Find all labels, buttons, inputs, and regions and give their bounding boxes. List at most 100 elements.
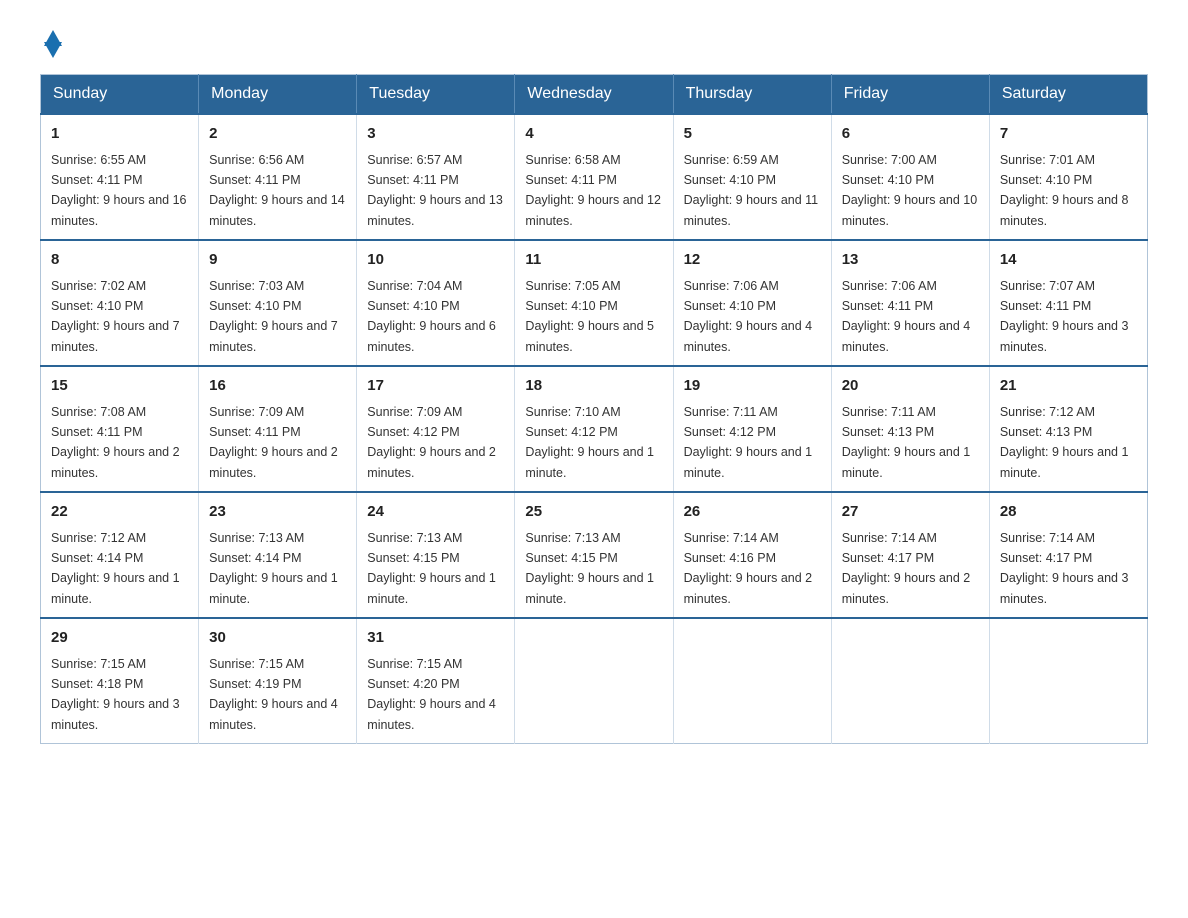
day-number: 30 [209,627,346,650]
calendar-cell: 19 Sunrise: 7:11 AMSunset: 4:12 PMDaylig… [673,366,831,492]
logo [40,30,62,54]
calendar-week-row: 8 Sunrise: 7:02 AMSunset: 4:10 PMDayligh… [41,240,1148,366]
day-number: 22 [51,501,188,524]
weekday-header-saturday: Saturday [989,75,1147,115]
calendar-cell: 28 Sunrise: 7:14 AMSunset: 4:17 PMDaylig… [989,492,1147,618]
calendar-cell: 20 Sunrise: 7:11 AMSunset: 4:13 PMDaylig… [831,366,989,492]
day-info: Sunrise: 7:15 AMSunset: 4:20 PMDaylight:… [367,657,496,732]
calendar-cell: 18 Sunrise: 7:10 AMSunset: 4:12 PMDaylig… [515,366,673,492]
calendar-cell: 24 Sunrise: 7:13 AMSunset: 4:15 PMDaylig… [357,492,515,618]
day-info: Sunrise: 7:04 AMSunset: 4:10 PMDaylight:… [367,279,496,354]
calendar-cell: 30 Sunrise: 7:15 AMSunset: 4:19 PMDaylig… [199,618,357,744]
day-number: 29 [51,627,188,650]
calendar-week-row: 29 Sunrise: 7:15 AMSunset: 4:18 PMDaylig… [41,618,1148,744]
day-info: Sunrise: 7:14 AMSunset: 4:17 PMDaylight:… [842,531,971,606]
day-number: 1 [51,123,188,146]
calendar-cell: 15 Sunrise: 7:08 AMSunset: 4:11 PMDaylig… [41,366,199,492]
page-header [40,30,1148,54]
day-number: 3 [367,123,504,146]
calendar-cell: 10 Sunrise: 7:04 AMSunset: 4:10 PMDaylig… [357,240,515,366]
day-number: 12 [684,249,821,272]
day-number: 27 [842,501,979,524]
calendar-cell: 23 Sunrise: 7:13 AMSunset: 4:14 PMDaylig… [199,492,357,618]
day-info: Sunrise: 7:02 AMSunset: 4:10 PMDaylight:… [51,279,180,354]
day-info: Sunrise: 6:59 AMSunset: 4:10 PMDaylight:… [684,153,819,228]
day-info: Sunrise: 7:09 AMSunset: 4:12 PMDaylight:… [367,405,496,480]
day-number: 25 [525,501,662,524]
day-info: Sunrise: 7:06 AMSunset: 4:10 PMDaylight:… [684,279,813,354]
calendar-cell: 8 Sunrise: 7:02 AMSunset: 4:10 PMDayligh… [41,240,199,366]
calendar-cell: 14 Sunrise: 7:07 AMSunset: 4:11 PMDaylig… [989,240,1147,366]
day-info: Sunrise: 7:15 AMSunset: 4:19 PMDaylight:… [209,657,338,732]
day-number: 4 [525,123,662,146]
day-info: Sunrise: 7:03 AMSunset: 4:10 PMDaylight:… [209,279,338,354]
day-number: 17 [367,375,504,398]
day-number: 5 [684,123,821,146]
day-number: 31 [367,627,504,650]
weekday-header-monday: Monday [199,75,357,115]
calendar-cell: 3 Sunrise: 6:57 AMSunset: 4:11 PMDayligh… [357,114,515,240]
day-info: Sunrise: 7:05 AMSunset: 4:10 PMDaylight:… [525,279,654,354]
logo-triangle-down [44,42,62,58]
day-info: Sunrise: 7:12 AMSunset: 4:14 PMDaylight:… [51,531,180,606]
calendar-cell: 6 Sunrise: 7:00 AMSunset: 4:10 PMDayligh… [831,114,989,240]
day-info: Sunrise: 7:13 AMSunset: 4:15 PMDaylight:… [525,531,654,606]
day-info: Sunrise: 7:12 AMSunset: 4:13 PMDaylight:… [1000,405,1129,480]
day-info: Sunrise: 7:15 AMSunset: 4:18 PMDaylight:… [51,657,180,732]
day-number: 28 [1000,501,1137,524]
day-info: Sunrise: 7:14 AMSunset: 4:16 PMDaylight:… [684,531,813,606]
calendar-cell: 22 Sunrise: 7:12 AMSunset: 4:14 PMDaylig… [41,492,199,618]
calendar-cell [989,618,1147,744]
calendar-cell: 5 Sunrise: 6:59 AMSunset: 4:10 PMDayligh… [673,114,831,240]
calendar-cell: 17 Sunrise: 7:09 AMSunset: 4:12 PMDaylig… [357,366,515,492]
weekday-header-sunday: Sunday [41,75,199,115]
day-number: 23 [209,501,346,524]
weekday-header-wednesday: Wednesday [515,75,673,115]
calendar-cell: 12 Sunrise: 7:06 AMSunset: 4:10 PMDaylig… [673,240,831,366]
day-number: 18 [525,375,662,398]
day-info: Sunrise: 7:13 AMSunset: 4:15 PMDaylight:… [367,531,496,606]
day-info: Sunrise: 7:11 AMSunset: 4:13 PMDaylight:… [842,405,971,480]
calendar-cell: 11 Sunrise: 7:05 AMSunset: 4:10 PMDaylig… [515,240,673,366]
calendar-cell [831,618,989,744]
day-info: Sunrise: 7:13 AMSunset: 4:14 PMDaylight:… [209,531,338,606]
weekday-header-thursday: Thursday [673,75,831,115]
calendar-week-row: 22 Sunrise: 7:12 AMSunset: 4:14 PMDaylig… [41,492,1148,618]
calendar-week-row: 1 Sunrise: 6:55 AMSunset: 4:11 PMDayligh… [41,114,1148,240]
calendar-table: SundayMondayTuesdayWednesdayThursdayFrid… [40,74,1148,744]
calendar-week-row: 15 Sunrise: 7:08 AMSunset: 4:11 PMDaylig… [41,366,1148,492]
calendar-cell: 27 Sunrise: 7:14 AMSunset: 4:17 PMDaylig… [831,492,989,618]
calendar-cell: 29 Sunrise: 7:15 AMSunset: 4:18 PMDaylig… [41,618,199,744]
calendar-cell: 9 Sunrise: 7:03 AMSunset: 4:10 PMDayligh… [199,240,357,366]
day-info: Sunrise: 7:09 AMSunset: 4:11 PMDaylight:… [209,405,338,480]
day-info: Sunrise: 7:07 AMSunset: 4:11 PMDaylight:… [1000,279,1129,354]
calendar-cell: 1 Sunrise: 6:55 AMSunset: 4:11 PMDayligh… [41,114,199,240]
day-info: Sunrise: 6:57 AMSunset: 4:11 PMDaylight:… [367,153,503,228]
weekday-header-friday: Friday [831,75,989,115]
day-number: 24 [367,501,504,524]
calendar-cell [515,618,673,744]
day-number: 14 [1000,249,1137,272]
day-number: 26 [684,501,821,524]
day-info: Sunrise: 7:10 AMSunset: 4:12 PMDaylight:… [525,405,654,480]
day-number: 16 [209,375,346,398]
calendar-cell: 2 Sunrise: 6:56 AMSunset: 4:11 PMDayligh… [199,114,357,240]
calendar-cell: 21 Sunrise: 7:12 AMSunset: 4:13 PMDaylig… [989,366,1147,492]
calendar-cell: 13 Sunrise: 7:06 AMSunset: 4:11 PMDaylig… [831,240,989,366]
day-info: Sunrise: 7:14 AMSunset: 4:17 PMDaylight:… [1000,531,1129,606]
day-number: 9 [209,249,346,272]
calendar-cell [673,618,831,744]
day-info: Sunrise: 6:58 AMSunset: 4:11 PMDaylight:… [525,153,661,228]
calendar-cell: 26 Sunrise: 7:14 AMSunset: 4:16 PMDaylig… [673,492,831,618]
day-info: Sunrise: 7:08 AMSunset: 4:11 PMDaylight:… [51,405,180,480]
calendar-cell: 4 Sunrise: 6:58 AMSunset: 4:11 PMDayligh… [515,114,673,240]
day-number: 2 [209,123,346,146]
weekday-header-tuesday: Tuesday [357,75,515,115]
day-number: 20 [842,375,979,398]
day-info: Sunrise: 7:00 AMSunset: 4:10 PMDaylight:… [842,153,978,228]
day-info: Sunrise: 6:55 AMSunset: 4:11 PMDaylight:… [51,153,187,228]
calendar-cell: 16 Sunrise: 7:09 AMSunset: 4:11 PMDaylig… [199,366,357,492]
day-number: 15 [51,375,188,398]
weekday-header-row: SundayMondayTuesdayWednesdayThursdayFrid… [41,75,1148,115]
day-info: Sunrise: 6:56 AMSunset: 4:11 PMDaylight:… [209,153,345,228]
